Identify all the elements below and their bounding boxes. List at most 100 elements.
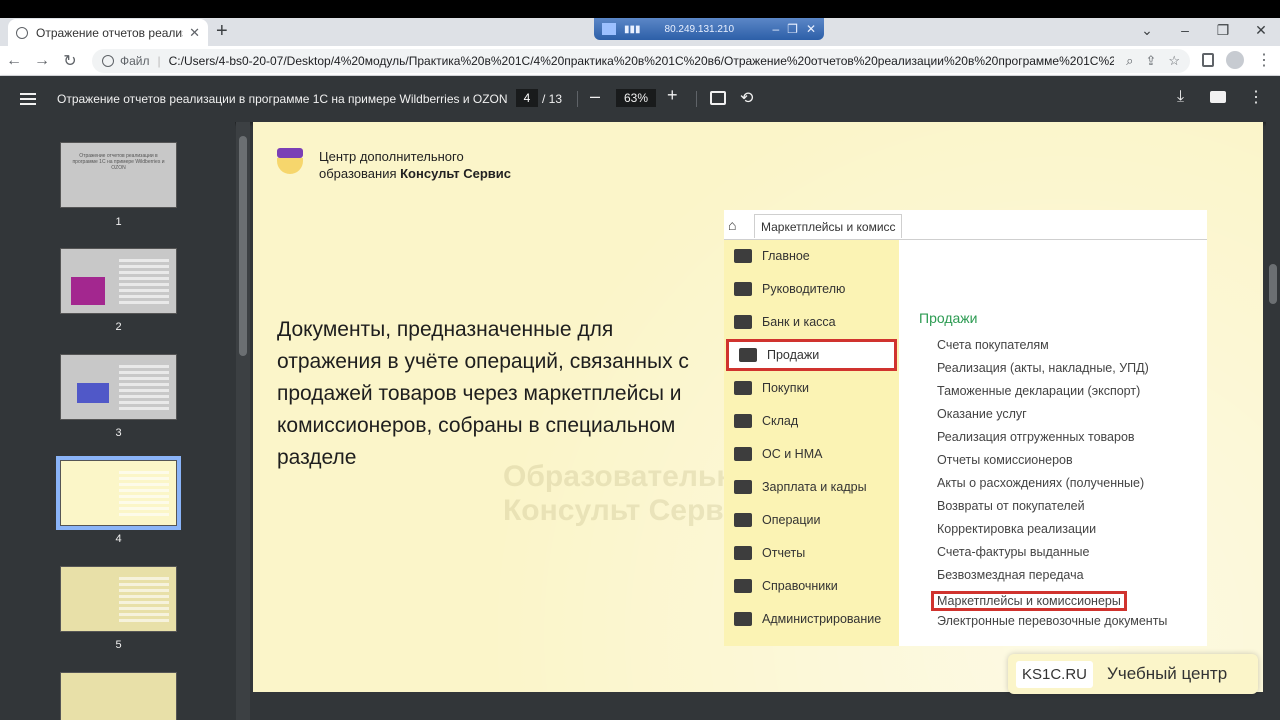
nav-item-label: Продажи [767,348,820,362]
back-icon[interactable]: ← [0,52,28,70]
tab-bar: Отражение отчетов реализаци ✕ + ▮▮▮ 80.2… [0,18,1280,46]
dt-kt-icon [734,513,752,527]
document-link[interactable]: Счета покупателям [937,338,1049,352]
nav-item-label: Покупки [762,381,810,395]
zoom-input[interactable]: 63% [616,89,656,107]
document-link[interactable]: Оказание услуг [937,407,1027,421]
organization-name: Центр дополнительного образования Консул… [319,148,511,182]
close-tab-icon[interactable]: ✕ [189,25,200,41]
nav-item-label: Администрирование [762,612,882,626]
nav-item[interactable]: Руководителю [724,273,899,305]
window-controls: ⌄ – ❐ ✕ [1128,18,1280,46]
thumbnail-lines [119,577,169,623]
url-text: C:/Users/4-bs0-20-07/Desktop/4%20модуль/… [168,54,1115,68]
side-panel-icon[interactable] [1202,53,1214,67]
document-link[interactable]: Счета-фактуры выданные [937,545,1089,559]
forward-icon[interactable]: → [28,52,56,70]
document-link[interactable]: Корректировка реализации [937,522,1096,536]
sidebar-scrollbar[interactable] [236,122,250,720]
zoom-icon[interactable]: ⌕ [1126,53,1133,69]
thumbnail-number: 5 [115,639,122,651]
ruble-icon [734,315,752,329]
fit-page-icon[interactable] [710,91,726,105]
browser-tab[interactable]: Отражение отчетов реализаци ✕ [8,19,208,46]
url-scheme: Файл [120,54,150,68]
org-line-2: образования Консульт Сервис [319,166,511,181]
document-link[interactable]: Акты о расхождениях (полученные) [937,476,1144,490]
nav-item[interactable]: Склад [724,405,899,437]
document-link[interactable]: Маркетплейсы и комиссионеры [931,591,1127,611]
nav-item[interactable]: Зарплата и кадры [724,471,899,503]
scroll-thumb[interactable] [1269,264,1277,304]
nav-item-label: Руководителю [762,282,846,296]
thumbnail-image [77,383,109,403]
more-icon[interactable]: ⋮ [1256,50,1272,70]
page-number-input[interactable]: 4 [516,89,538,107]
document-link[interactable]: Реализация (акты, накладные, УПД) [937,361,1149,375]
pin-icon[interactable] [602,23,616,35]
nav-item[interactable]: Администрирование [724,603,899,635]
thumbnail-number: 4 [115,533,122,545]
url-separator: | [157,54,161,68]
new-tab-button[interactable]: + [216,20,228,43]
thumbnail-lines [119,365,169,411]
thumbnail-page-3[interactable] [60,354,177,420]
restore-icon[interactable]: ❐ [787,22,798,36]
thumbnail-page-1[interactable]: Отражение отчетов реализации в программе… [60,142,177,208]
profile-avatar[interactable] [1226,51,1244,69]
onec-links-panel: Продажи Счета покупателям Реализация (акт… [899,240,1207,646]
thumbnail-sidebar: Отражение отчетов реализации в программе… [0,122,235,720]
document-link[interactable]: Таможенные декларации (экспорт) [937,384,1140,398]
page-scrollbar[interactable] [1266,122,1280,720]
nav-item[interactable]: Банк и касса [724,306,899,338]
nav-item[interactable]: Справочники [724,570,899,602]
nav-item[interactable]: Покупки [724,372,899,404]
onec-tabs: ⌂ Маркетплейсы и комисс [724,210,1207,240]
document-link[interactable]: Отчеты комиссионеров [937,453,1073,467]
zoom-in-button[interactable]: + [667,85,678,106]
nav-item[interactable]: Отчеты [724,537,899,569]
rotate-icon[interactable]: ⟲ [740,88,753,108]
nav-item-label: ОС и НМА [762,447,823,461]
tab-search-icon[interactable]: ⌄ [1128,18,1166,46]
globe-icon [16,26,28,39]
scroll-thumb[interactable] [239,136,247,356]
nav-item[interactable]: Продажи [726,339,897,371]
close-window-icon[interactable]: ✕ [1242,18,1280,46]
toolbar-divider [696,91,697,107]
page-total: / 13 [542,92,563,106]
thumbnail-page-2[interactable] [60,248,177,314]
document-link[interactable]: Электронные перевозочные документы [937,614,1167,628]
print-icon[interactable] [1210,91,1226,103]
menu-icon[interactable] [20,90,36,108]
close-icon[interactable]: ✕ [806,22,816,36]
info-icon[interactable] [102,55,114,67]
remote-desktop-bar: ▮▮▮ 80.249.131.210 – ❐ ✕ [594,18,824,40]
section-title: Продажи [919,310,978,326]
reload-icon[interactable]: ↻ [56,51,84,71]
nav-item[interactable]: Главное [724,240,899,272]
brand-badge: KS1C.RU Учебный центр [1008,654,1258,694]
toolbar-divider [577,91,578,107]
star-icon[interactable]: ☆ [1168,53,1180,69]
thumbnail-page-4[interactable] [56,456,181,530]
minimize-icon[interactable]: – [772,22,779,36]
more-actions-icon[interactable]: ⋮ [1248,87,1264,107]
document-link[interactable]: Возвраты от покупателей [937,499,1085,513]
thumbnail-page-5[interactable] [60,566,177,632]
onec-sections-panel: Главное Руководителю Банк и касса Продажи По… [724,240,899,646]
thumbnail-lines [119,471,169,517]
nav-item[interactable]: Операции [724,504,899,536]
document-link[interactable]: Безвозмездная передача [937,568,1084,582]
url-field[interactable]: Файл | C:/Users/4-bs0-20-07/Desktop/4%20… [92,49,1190,73]
download-icon[interactable]: ⤓ [1177,88,1184,106]
thumbnail-number: 2 [115,321,122,333]
menu-icon [734,249,752,263]
maximize-window-icon[interactable]: ❐ [1204,18,1242,46]
thumbnail-page-6[interactable] [60,672,177,720]
minimize-window-icon[interactable]: – [1166,18,1204,46]
zoom-out-button[interactable]: – [590,86,600,107]
document-link[interactable]: Реализация отгруженных товаров [937,430,1135,444]
share-icon[interactable]: ⇪ [1145,53,1156,69]
nav-item[interactable]: ОС и НМА [724,438,899,470]
